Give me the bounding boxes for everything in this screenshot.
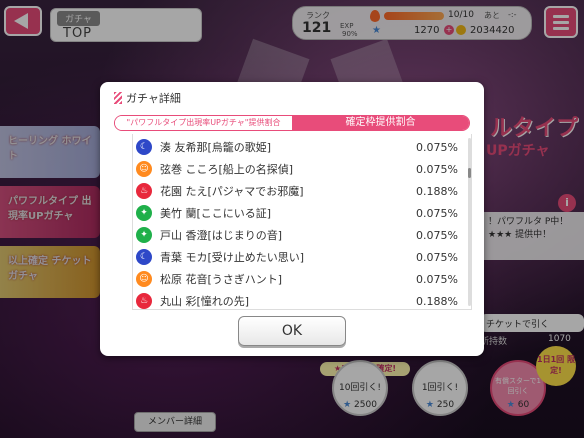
ok-button[interactable]: OK [238,316,346,346]
list-item: ✦ 美竹 蘭[ここにいる証] 0.075% [136,202,466,224]
card-name: 戸山 香澄[はじまりの音] [160,229,283,242]
card-name: 弦巻 こころ[船上の名探偵] [160,163,294,176]
title-stripe-icon [114,92,122,104]
list-item: ☺ 松原 花音[うさぎハント] 0.075% [136,268,466,290]
card-rate: 0.075% [416,228,458,242]
power-attribute-icon: ♨ [136,183,152,199]
list-item: ☾ 湊 友希那[烏籠の歌姫] 0.075% [136,136,466,158]
list-item: ✦ 戸山 香澄[はじまりの音] 0.075% [136,224,466,246]
tab-guaranteed-rates[interactable]: 確定枠提供割合 [292,116,469,130]
power-attribute-icon: ♨ [136,293,152,309]
tab-gacha-rates[interactable]: "パワフルタイプ出現率UPガチャ"提供割合 [115,116,292,130]
card-name: 花園 たえ[パジャマでお邪魔] [160,185,304,198]
card-rate: 0.075% [416,140,458,154]
list-item: ☺ 弦巻 こころ[船上の名探偵] 0.075% [136,158,466,180]
cool-attribute-icon: ☾ [136,249,152,265]
pure-attribute-icon: ✦ [136,205,152,221]
card-name: 美竹 蘭[ここにいる証] [160,207,272,220]
rate-tabs: "パワフルタイプ出現率UPガチャ"提供割合 確定枠提供割合 [114,115,470,131]
card-rate: 0.075% [416,206,458,220]
list-item: ♨ 丸山 彩[憧れの先] 0.188% [136,290,466,312]
rate-list[interactable]: ☾ 湊 友希那[烏籠の歌姫] 0.075% ☺ 弦巻 こころ[船上の名探偵] 0.075%… [136,136,466,312]
scrollbar-track[interactable] [468,138,471,306]
card-name: 湊 友希那[烏籠の歌姫] [160,141,272,154]
card-rate: 0.075% [416,162,458,176]
dialog-title: ガチャ詳細 [114,90,181,106]
card-rate: 0.188% [416,294,458,308]
gacha-details-dialog: ガチャ詳細 "パワフルタイプ出現率UPガチャ"提供割合 確定枠提供割合 ☾ 湊 友… [100,82,484,356]
card-rate: 0.075% [416,250,458,264]
list-item: ☾ 青葉 モカ[受け止めたい思い] 0.075% [136,246,466,268]
list-item: ♨ 花園 たえ[パジャマでお邪魔] 0.188% [136,180,466,202]
card-name: 青葉 モカ[受け止めたい思い] [160,251,305,264]
card-rate: 0.188% [416,184,458,198]
pure-attribute-icon: ✦ [136,227,152,243]
cool-attribute-icon: ☾ [136,139,152,155]
happy-attribute-icon: ☺ [136,271,152,287]
card-rate: 0.075% [416,272,458,286]
dialog-title-text: ガチャ詳細 [126,92,181,105]
happy-attribute-icon: ☺ [136,161,152,177]
card-name: 丸山 彩[憧れの先] [160,295,250,308]
card-name: 松原 花音[うさぎハント] [160,273,283,286]
scrollbar-thumb[interactable] [468,168,471,178]
